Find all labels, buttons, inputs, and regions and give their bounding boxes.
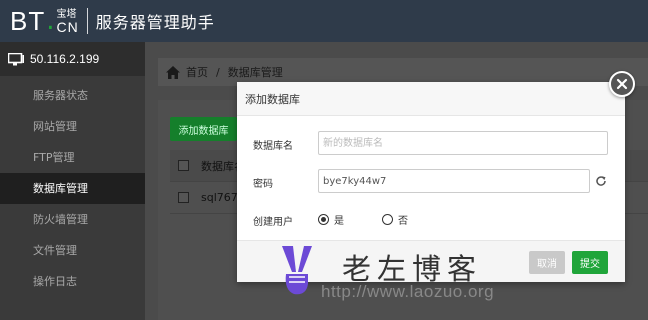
db-name-input[interactable]: [318, 131, 608, 155]
select-all-checkbox[interactable]: [178, 160, 189, 171]
db-name-label: 数据库名: [253, 141, 293, 152]
breadcrumb-current: 数据库管理: [227, 66, 283, 79]
modal-title: 添加数据库: [245, 92, 300, 106]
add-database-button[interactable]: 添加数据库: [170, 117, 237, 141]
sidebar-item-firewall[interactable]: 防火墙管理: [0, 204, 145, 235]
logo-bt-text: BT: [10, 5, 46, 36]
logo-dot: .: [46, 6, 55, 36]
create-user-yes-radio[interactable]: 是: [318, 212, 344, 227]
close-icon: [616, 78, 628, 90]
top-header: BT . 宝塔 CN 服务器管理助手: [0, 0, 648, 42]
row-checkbox[interactable]: [178, 192, 189, 203]
logo-cn-stack: 宝塔 CN: [56, 9, 79, 35]
password-input[interactable]: [318, 169, 590, 193]
sidebar-item-databases[interactable]: 数据库管理: [0, 173, 145, 204]
modal-header: 添加数据库: [237, 82, 625, 116]
create-user-no-radio[interactable]: 否: [382, 212, 408, 227]
cancel-button[interactable]: 取消: [529, 251, 565, 274]
create-user-yes-label: 是: [334, 216, 344, 227]
watermark: 老左博客 http://www.laozuo.org: [276, 244, 526, 304]
sidebar-item-ftp[interactable]: FTP管理: [0, 142, 145, 173]
sidebar-item-websites[interactable]: 网站管理: [0, 111, 145, 142]
create-user-no-label: 否: [398, 216, 408, 227]
home-icon[interactable]: [166, 65, 180, 79]
sidebar: 50.116.2.199 服务器状态 网站管理 FTP管理 数据库管理 防火墙管…: [0, 42, 145, 320]
refresh-icon[interactable]: [595, 175, 607, 187]
create-user-label: 创建用户: [253, 217, 293, 228]
logo-cn-bottom: CN: [56, 19, 79, 35]
sidebar-item-logs[interactable]: 操作日志: [0, 266, 145, 297]
sidebar-nav: 服务器状态 网站管理 FTP管理 数据库管理 防火墙管理 文件管理 操作日志: [0, 80, 145, 297]
sidebar-item-files[interactable]: 文件管理: [0, 235, 145, 266]
victory-hand-icon: [282, 246, 312, 295]
logo-divider: [86, 8, 88, 34]
breadcrumb-home[interactable]: 首页: [186, 64, 208, 80]
monitor-icon: [8, 53, 24, 66]
password-label: 密码: [253, 179, 273, 190]
app-title: 服务器管理助手: [95, 13, 215, 32]
radio-checked-icon: [318, 214, 329, 225]
server-selector[interactable]: 50.116.2.199: [0, 42, 145, 76]
app-logo: BT . 宝塔 CN 服务器管理助手: [10, 5, 215, 37]
close-modal-button[interactable]: [609, 71, 635, 97]
sidebar-item-server-status[interactable]: 服务器状态: [0, 80, 145, 111]
radio-unchecked-icon: [382, 214, 393, 225]
watermark-url: http://www.laozuo.org: [321, 282, 495, 301]
breadcrumb-separator: /: [216, 65, 220, 79]
server-ip: 50.116.2.199: [30, 52, 100, 66]
submit-button[interactable]: 提交: [572, 251, 608, 274]
